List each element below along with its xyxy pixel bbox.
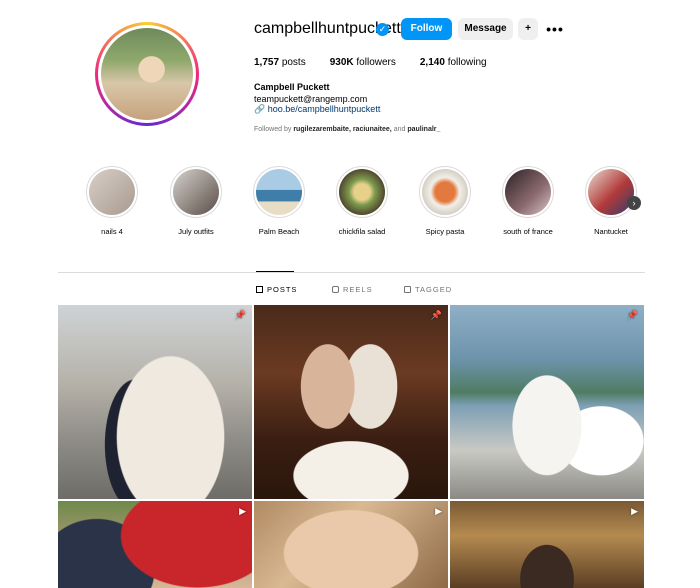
link-icon: 🔗 xyxy=(254,104,266,114)
post-tile[interactable]: 📌 xyxy=(450,305,644,499)
message-button[interactable]: Message xyxy=(458,18,513,40)
posts-stat: 1,757 posts xyxy=(254,57,306,68)
add-user-icon[interactable]: + xyxy=(518,18,538,40)
highlight-image xyxy=(339,169,385,215)
tabs-divider xyxy=(58,272,645,273)
active-tab-indicator xyxy=(256,271,294,272)
highlight-image xyxy=(505,169,551,215)
grid-icon xyxy=(256,286,263,293)
highlight-item[interactable]: July outfits xyxy=(166,166,226,236)
post-tile[interactable]: ▶ xyxy=(450,501,644,588)
highlight-image xyxy=(588,169,634,215)
reel-icon: ▶ xyxy=(631,506,638,516)
highlight-image xyxy=(422,169,468,215)
pin-icon: 📌 xyxy=(626,310,638,320)
highlight-item[interactable]: Spicy pasta xyxy=(415,166,475,236)
highlight-item[interactable]: Palm Beach xyxy=(249,166,309,236)
post-tile[interactable]: ▶ xyxy=(254,501,448,588)
bio-link[interactable]: 🔗 hoo.be/campbellhuntpuckett xyxy=(254,104,380,115)
highlight-image xyxy=(89,169,135,215)
avatar-image xyxy=(101,28,193,120)
followers-stat[interactable]: 930K followers xyxy=(330,57,396,68)
highlight-item[interactable]: nails 4 xyxy=(82,166,142,236)
reel-icon: ▶ xyxy=(435,506,442,516)
tagged-icon xyxy=(404,286,411,293)
highlight-item[interactable]: south of france xyxy=(498,166,558,236)
tab-reels[interactable]: REELS xyxy=(332,285,373,294)
tab-posts[interactable]: POSTS xyxy=(256,285,297,294)
chevron-right-icon[interactable]: › xyxy=(627,196,641,210)
followed-by[interactable]: Followed by rugilezarembaite, raciunaite… xyxy=(254,126,440,133)
following-stat[interactable]: 2,140 following xyxy=(420,57,487,68)
pin-icon: 📌 xyxy=(430,310,442,320)
reel-icon: ▶ xyxy=(239,506,246,516)
post-tile[interactable]: ▶ xyxy=(58,501,252,588)
bio-email: teampuckett@rangemp.com xyxy=(254,94,368,104)
reel-icon xyxy=(332,286,339,293)
follow-button[interactable]: Follow xyxy=(401,18,452,40)
pin-icon: 📌 xyxy=(234,310,246,320)
highlight-image xyxy=(173,169,219,215)
full-name: Campbell Puckett xyxy=(254,82,330,92)
profile-stats: 1,757 posts 930K followers 2,140 followi… xyxy=(254,57,487,68)
profile-avatar[interactable] xyxy=(95,22,199,126)
highlight-image xyxy=(256,169,302,215)
highlight-item[interactable]: chickfila salad xyxy=(332,166,392,236)
verified-badge-icon: ✓ xyxy=(376,23,389,36)
more-icon[interactable]: ••• xyxy=(545,18,565,40)
post-tile[interactable]: 📌 xyxy=(58,305,252,499)
tab-tagged[interactable]: TAGGED xyxy=(404,285,452,294)
post-tile[interactable]: 📌 xyxy=(254,305,448,499)
